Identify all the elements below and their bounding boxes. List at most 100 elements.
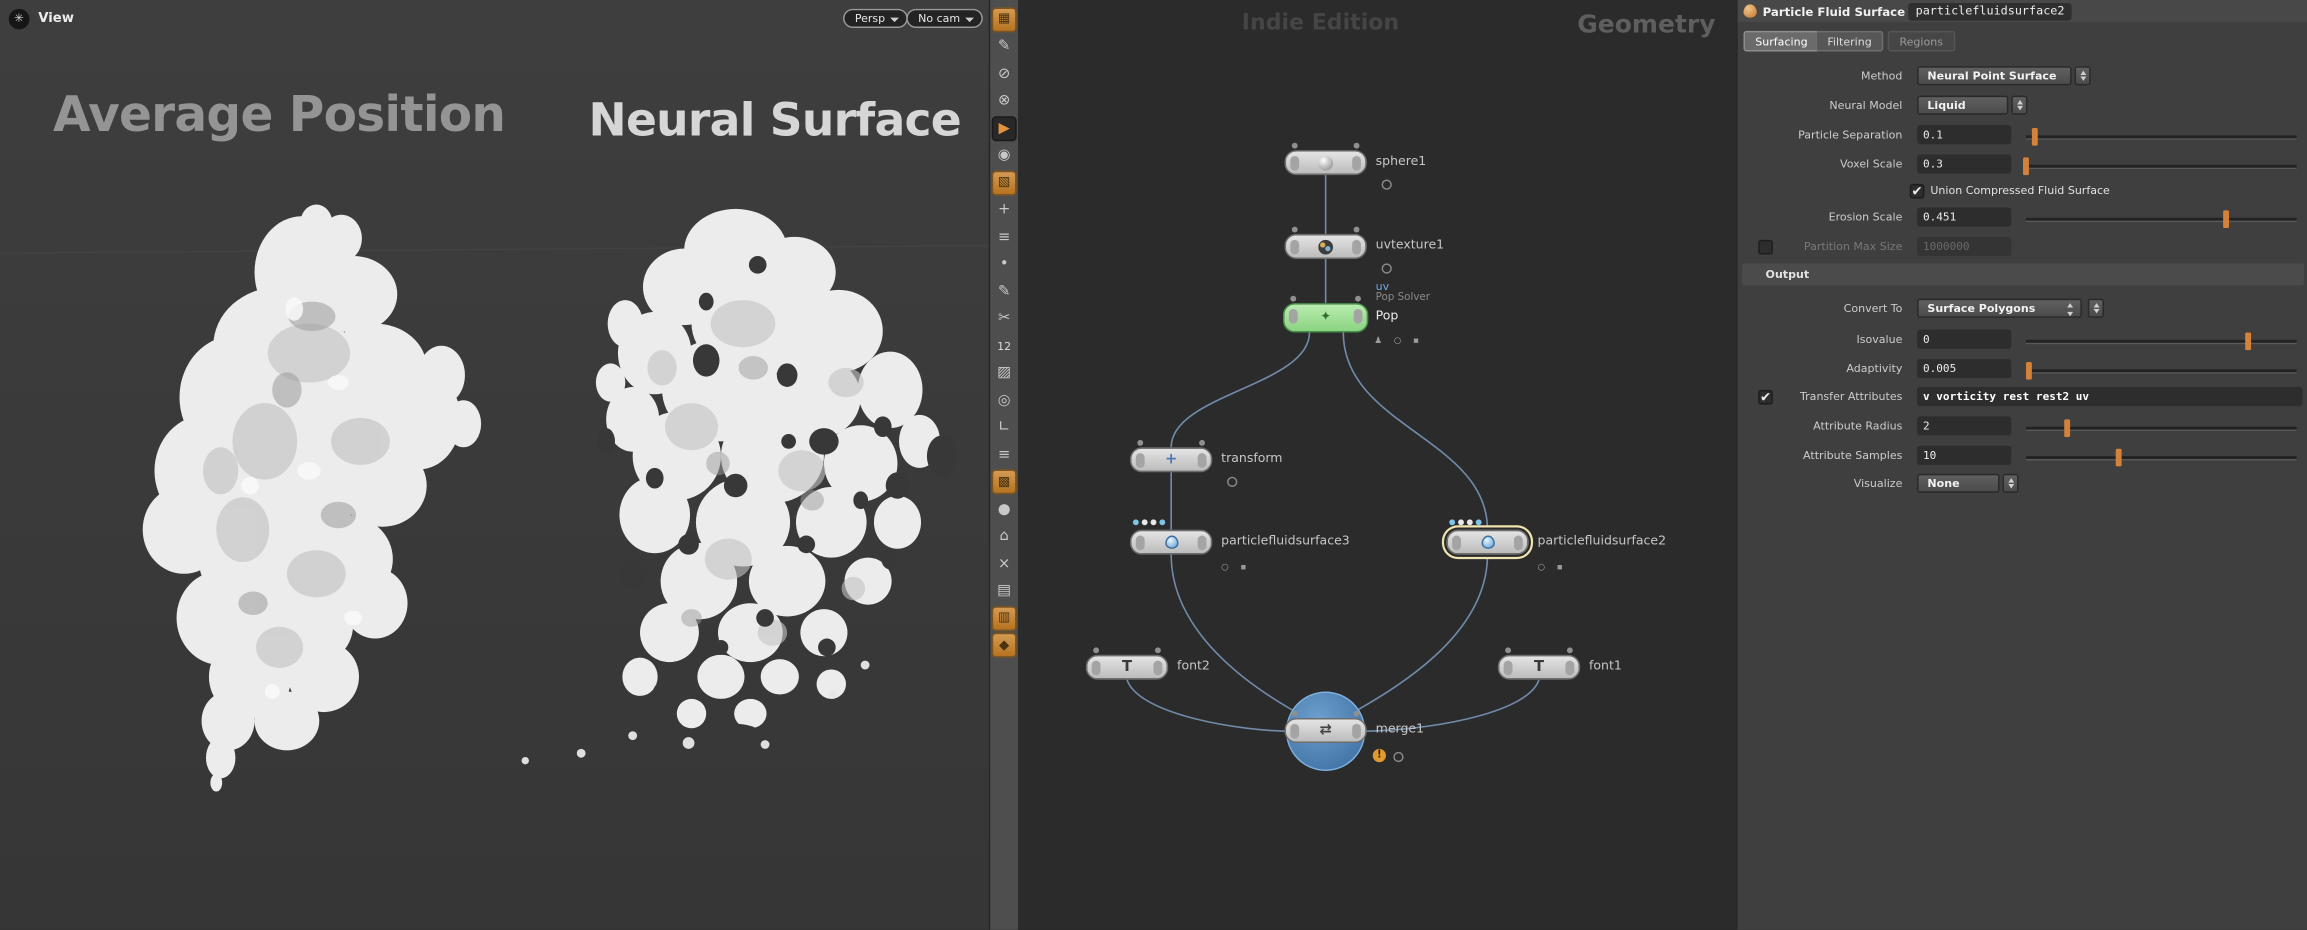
node-badges: ♟ ○ ▪	[1374, 335, 1423, 345]
average-position-surface	[143, 205, 481, 792]
snap-grid-icon[interactable]: ▦	[992, 7, 1017, 32]
node-label: transform	[1221, 452, 1282, 467]
node-font2[interactable]: T font2	[1086, 655, 1168, 680]
erosion-scale-slider[interactable]	[2026, 218, 2297, 222]
pin-tool-icon[interactable]: ◆	[992, 633, 1017, 658]
slider-handle[interactable]	[2026, 362, 2032, 380]
row-adaptivity: Adaptivity 0.005	[1738, 356, 2307, 385]
display-flag[interactable]	[1227, 477, 1237, 487]
font-node-icon: T	[1122, 660, 1132, 675]
slider-handle[interactable]	[2223, 210, 2229, 228]
isovalue-field[interactable]: 0	[1917, 330, 2011, 349]
display-flag[interactable]	[1382, 263, 1392, 273]
list-tool-icon[interactable]: ▤	[992, 578, 1017, 603]
active-tool-icon[interactable]: ▶	[992, 115, 1017, 140]
caption-average-position: Average Position	[53, 85, 505, 142]
slider-handle[interactable]	[2023, 157, 2029, 175]
scene-viewport[interactable]: ✳ View Persp No cam Average Position Neu…	[0, 0, 989, 930]
node-particlefluidsurface2[interactable]: particlefluidsurface2 ○ ▪	[1446, 530, 1528, 555]
cross-circle-icon[interactable]: ⊗	[992, 88, 1017, 113]
node-type-title: Particle Fluid Surface	[1763, 5, 1906, 18]
tab-filtering[interactable]: Filtering	[1816, 31, 1884, 52]
spinner-icon[interactable]	[2002, 474, 2018, 493]
spinner-icon[interactable]	[2075, 66, 2091, 85]
display-flag[interactable]	[1382, 179, 1392, 189]
pen-icon[interactable]: ✎	[992, 34, 1017, 59]
node-label: Pop	[1376, 309, 1399, 324]
slider-handle[interactable]	[2064, 419, 2070, 437]
network-editor[interactable]: Indie Edition Geometry sphere1	[1021, 0, 1736, 930]
node-particlefluidsurface3[interactable]: particlefluidsurface3 ○ ▪	[1130, 530, 1212, 555]
camera-dropdown[interactable]: No cam	[906, 9, 982, 28]
ruler-tool-icon[interactable]: ∟	[992, 415, 1017, 440]
particle-separation-field[interactable]: 0.1	[1917, 125, 2011, 144]
sphere-node-icon	[1318, 155, 1333, 170]
spinner-icon[interactable]	[2011, 96, 2027, 115]
voxel-scale-field[interactable]: 0.3	[1917, 154, 2011, 173]
brush-tool-icon[interactable]: ▨	[992, 360, 1017, 385]
adaptivity-field[interactable]: 0.005	[1917, 359, 2011, 378]
transfer-attributes-field[interactable]: v vorticity rest rest2 uv	[1917, 387, 2302, 406]
adaptivity-slider[interactable]	[2026, 369, 2297, 373]
knife-tool-icon[interactable]: ✂	[992, 306, 1017, 331]
viewport-title: View	[38, 12, 74, 27]
sculpt-tool-icon[interactable]: ◎	[992, 388, 1017, 413]
tab-surfacing[interactable]: Surfacing	[1743, 31, 1819, 52]
node-merge1[interactable]: ⇄ merge1 !	[1284, 718, 1366, 743]
neural-model-dropdown[interactable]: Liquid	[1917, 96, 2008, 115]
row-erosion-scale: Erosion Scale 0.451	[1738, 205, 2307, 234]
camera-tool-icon[interactable]: ⌂	[992, 524, 1017, 549]
output-section-header[interactable]: Output	[1742, 263, 2304, 285]
caret-down-icon	[965, 17, 974, 21]
node-uvtexture1[interactable]: uvtexture1	[1284, 234, 1366, 259]
display-flag[interactable]	[1393, 752, 1403, 762]
row-voxel-scale: Voxel Scale 0.3	[1738, 152, 2307, 181]
union-compressed-checkbox[interactable]: ✔	[1910, 184, 1925, 199]
row-visualize: Visualize None	[1738, 471, 2307, 500]
node-name-field[interactable]: particlefluidsurface2	[1908, 2, 2072, 20]
spinner-icon[interactable]	[2088, 299, 2104, 318]
particle-separation-slider[interactable]	[2026, 135, 2297, 139]
isovalue-slider[interactable]	[2026, 340, 2297, 344]
droplet-tool-icon[interactable]: ◉	[992, 143, 1017, 168]
attribute-radius-field[interactable]: 2	[1917, 416, 2011, 435]
node-sphere1[interactable]: sphere1	[1284, 150, 1366, 175]
row-attribute-samples: Attribute Samples 10	[1738, 443, 2307, 472]
voxel-scale-slider[interactable]	[2026, 165, 2297, 169]
rake-tool-icon[interactable]: ≡	[992, 442, 1017, 467]
attribute-samples-slider[interactable]	[2026, 456, 2297, 460]
fluidsurface-node-icon	[1481, 536, 1494, 549]
node-font1[interactable]: T font1	[1498, 655, 1580, 680]
visualize-dropdown[interactable]: None	[1917, 474, 1999, 493]
uv-grid-icon[interactable]: ▥	[992, 605, 1017, 630]
convert-to-dropdown[interactable]: Surface Polygons	[1917, 299, 2082, 318]
node-wires	[1021, 0, 1736, 930]
texture-tool-icon[interactable]: ▩	[992, 469, 1017, 494]
node-label: uvtexture1	[1376, 238, 1444, 253]
font-node-icon: T	[1534, 660, 1544, 675]
node-transform[interactable]: + transform	[1130, 447, 1212, 472]
comb-tool-icon[interactable]: ≡	[992, 224, 1017, 249]
slider-handle[interactable]	[2031, 128, 2037, 146]
attribute-samples-field[interactable]: 10	[1917, 446, 2011, 465]
move-tool-icon[interactable]: +	[992, 197, 1017, 222]
paint-tool-icon[interactable]: ▧	[992, 170, 1017, 195]
view-menu-icon[interactable]: ✳	[9, 9, 30, 30]
cut-tool-icon[interactable]: ×	[992, 551, 1017, 576]
persp-dropdown[interactable]: Persp	[843, 9, 907, 28]
slider-handle[interactable]	[2245, 333, 2251, 351]
pencil-tool-icon[interactable]: ✎	[992, 279, 1017, 304]
erosion-scale-field[interactable]: 0.451	[1917, 207, 2011, 226]
slash-circle-icon[interactable]: ⊘	[992, 61, 1017, 86]
sphere-tool-icon[interactable]: ●	[992, 497, 1017, 522]
slider-handle[interactable]	[2115, 449, 2121, 467]
viewport-toolbar: ▦ ✎ ⊘ ⊗ ▶ ◉ ▧ + ≡ • ✎ ✂ 12 ▨ ◎ ∟ ≡ ▩ ● ⌂…	[989, 0, 1020, 930]
input-ports	[1449, 519, 1481, 525]
node-label: particlefluidsurface2	[1538, 534, 1667, 549]
input-ports	[1133, 519, 1165, 525]
attribute-radius-slider[interactable]	[2026, 427, 2297, 431]
method-dropdown[interactable]: Neural Point Surface	[1917, 66, 2071, 85]
tab-regions[interactable]: Regions	[1888, 31, 1955, 52]
uvtexture-node-icon	[1318, 239, 1333, 254]
node-pop-solver[interactable]: ✦ uv Pop Solver Pop ♟ ○ ▪	[1283, 303, 1368, 332]
